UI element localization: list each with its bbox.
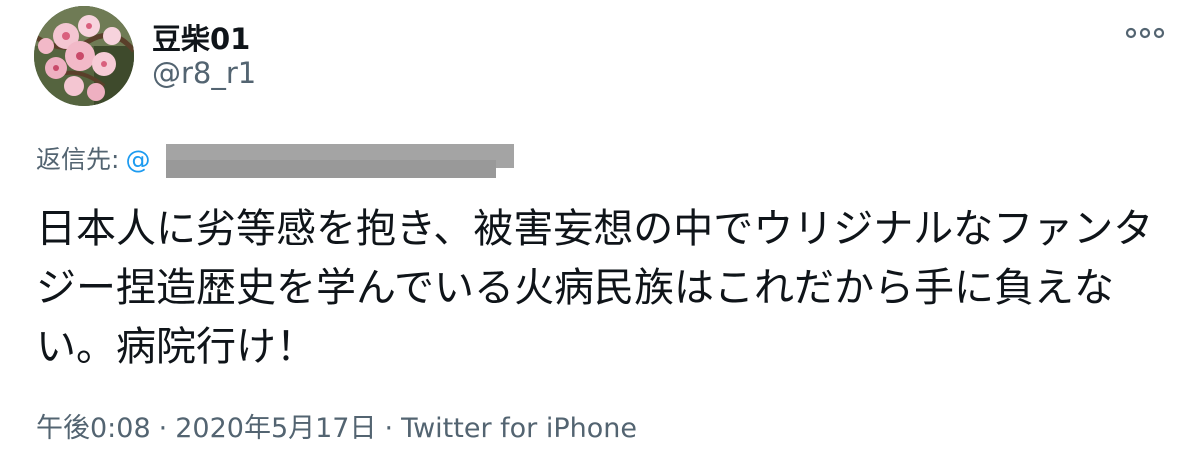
more-options-button[interactable] (1118, 16, 1172, 50)
separator: · (158, 413, 168, 444)
reply-to-link[interactable]: @ (125, 145, 150, 174)
tweet-time[interactable]: 午後0:08 (36, 413, 151, 444)
tweet-date[interactable]: 2020年5月17日 (175, 413, 376, 444)
avatar[interactable] (34, 6, 134, 106)
tweet-text: 日本人に劣等感を抱き、被害妄想の中でウリジナルなファンタジー捏造歴史を学んでいる… (36, 206, 1154, 370)
tweet-source[interactable]: Twitter for iPhone (401, 413, 637, 444)
tweet-card: 豆柴01 @r8_r1 返信先: @ 日本人に劣等感を抱き、被害妄想の中でウリジナ… (0, 0, 1189, 468)
more-options-icon (1125, 27, 1165, 39)
separator: · (384, 413, 394, 444)
redaction-bar-lower (166, 160, 496, 178)
user-handle[interactable]: @r8_r1 (152, 56, 256, 90)
cherry-blossom-avatar-icon (34, 6, 134, 106)
display-name[interactable]: 豆柴01 (152, 16, 250, 58)
tweet-metadata: 午後0:08 · 2020年5月17日 · Twitter for iPhone (36, 406, 637, 445)
reply-context: 返信先: @ (36, 140, 150, 176)
reply-prefix: 返信先: (36, 145, 120, 174)
